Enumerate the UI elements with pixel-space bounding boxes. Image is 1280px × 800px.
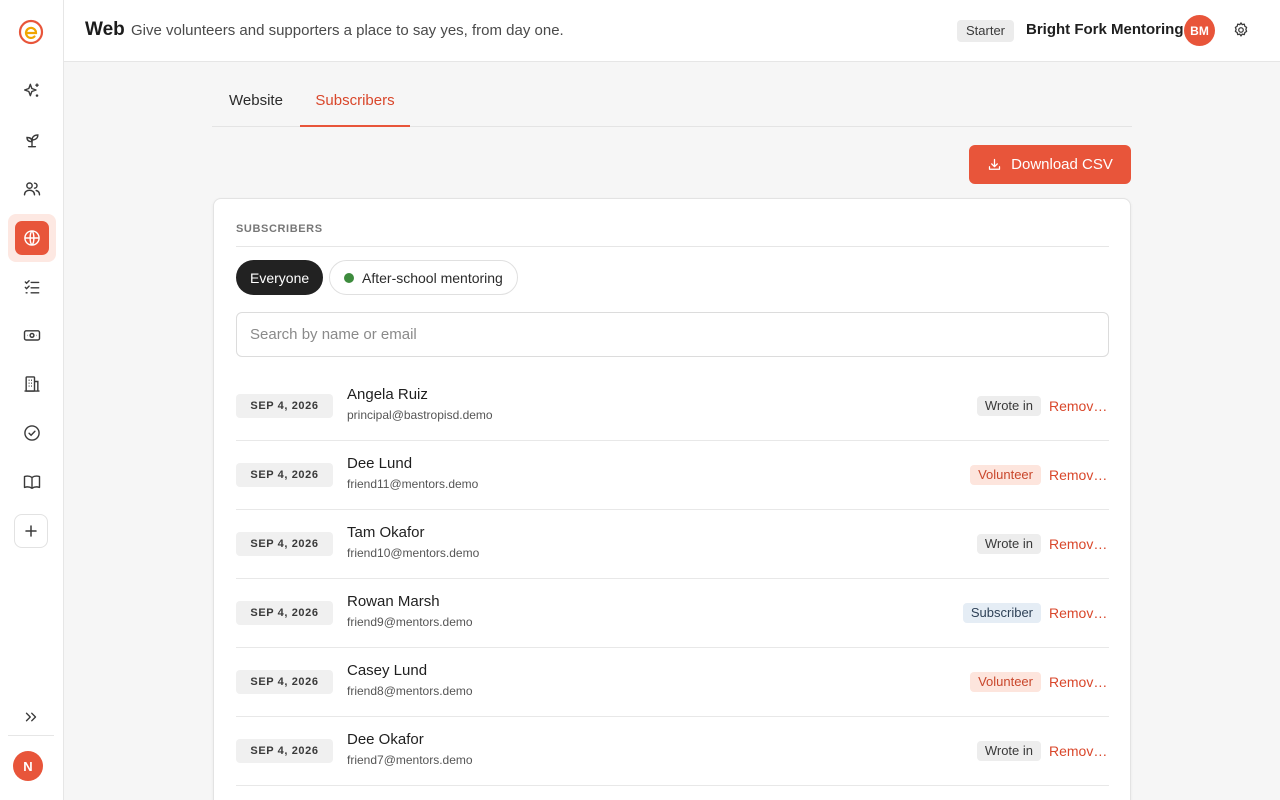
people-icon[interactable] xyxy=(14,171,50,207)
remove-button[interactable]: Remove... xyxy=(1049,605,1109,621)
status-badge: Volunteer xyxy=(970,465,1041,485)
expand-sidebar-icon[interactable] xyxy=(20,706,42,728)
date-badge: SEP 4, 2026 xyxy=(236,601,333,625)
remove-button[interactable]: Remove... xyxy=(1049,743,1109,759)
page-subtitle: Give volunteers and supporters a place t… xyxy=(131,22,564,39)
download-csv-label: Download CSV xyxy=(1011,156,1113,173)
subscriber-name: Rowan Marsh xyxy=(347,593,440,610)
org-name[interactable]: Bright Fork Mentoring xyxy=(1026,21,1184,38)
subscriber-email: principal@bastropisd.demo xyxy=(347,408,493,422)
date-badge: SEP 4, 2026 xyxy=(236,532,333,556)
status-badge: Wrote in xyxy=(976,534,1041,554)
subscriber-name: Dee Lund xyxy=(347,455,413,472)
plus-icon[interactable] xyxy=(14,514,48,548)
download-csv-button[interactable]: Download CSV xyxy=(969,145,1131,184)
subscriber-row: SEP 4, 2026 Tam Okafor friend10@mentors.… xyxy=(236,510,1109,579)
status-badge: Wrote in xyxy=(976,396,1041,416)
subscriber-row: SEP 4, 2026 Dee Lund friend11@mentors.de… xyxy=(236,441,1109,510)
remove-button[interactable]: Remove... xyxy=(1049,398,1109,414)
check-circle-icon[interactable] xyxy=(14,415,50,451)
user-avatar[interactable]: N xyxy=(13,751,43,781)
checklist-icon[interactable] xyxy=(14,269,50,305)
card-divider xyxy=(236,246,1109,247)
tab-bar: Website Subscribers xyxy=(212,80,1132,127)
download-icon xyxy=(989,158,1001,170)
subscriber-name: Angela Ruiz xyxy=(347,386,428,403)
subscriber-name: Tam Okafor xyxy=(347,524,425,541)
subscriber-email: friend8@mentors.demo xyxy=(347,684,473,698)
subscriber-email: friend9@mentors.demo xyxy=(347,615,473,629)
app-logo-icon[interactable] xyxy=(17,18,45,46)
book-icon[interactable] xyxy=(14,464,50,500)
org-avatar[interactable]: BM xyxy=(1184,15,1215,46)
date-badge: SEP 4, 2026 xyxy=(236,394,333,418)
tab-website[interactable]: Website xyxy=(212,80,300,127)
page-title: Web xyxy=(85,19,125,40)
sprout-icon[interactable] xyxy=(14,122,50,158)
subscribers-card: SUBSCRIBERS Everyone After-school mentor… xyxy=(213,198,1131,800)
nav-web[interactable] xyxy=(8,214,56,262)
subscriber-email: friend7@mentors.demo xyxy=(347,753,473,767)
plan-badge: Starter xyxy=(957,20,1015,42)
status-badge: Wrote in xyxy=(976,741,1041,761)
subscriber-row: SEP 4, 2026 Casey Lund friend8@mentors.d… xyxy=(236,648,1109,717)
top-header: Web Give volunteers and supporters a pla… xyxy=(64,0,1280,62)
status-badge: Volunteer xyxy=(970,672,1041,692)
status-dot xyxy=(344,272,354,283)
subscriber-row: SEP 4, 2026 Dee Okafor friend7@mentors.d… xyxy=(236,717,1109,786)
filter-everyone[interactable]: Everyone xyxy=(236,260,324,295)
status-badge: Subscriber xyxy=(962,603,1041,623)
subscriber-email: friend10@mentors.demo xyxy=(347,546,480,560)
money-icon[interactable] xyxy=(14,317,50,353)
date-badge: SEP 4, 2026 xyxy=(236,670,333,694)
subscriber-email: friend11@mentors.demo xyxy=(347,477,479,491)
subscriber-name: Dee Okafor xyxy=(347,731,424,748)
sparkles-icon[interactable] xyxy=(14,73,50,109)
subscriber-row: SEP 4, 2026 Rowan Marsh friend9@mentors.… xyxy=(236,579,1109,648)
building-icon[interactable] xyxy=(14,366,50,402)
sidebar-divider xyxy=(8,735,54,736)
gear-icon[interactable] xyxy=(1232,21,1250,39)
filter-label: After-school mentoring xyxy=(362,269,503,286)
sidebar: N xyxy=(0,0,64,800)
remove-button[interactable]: Remove... xyxy=(1049,536,1109,552)
date-badge: SEP 4, 2026 xyxy=(236,463,333,487)
remove-button[interactable]: Remove... xyxy=(1049,467,1109,483)
card-heading: SUBSCRIBERS xyxy=(236,223,323,235)
subscriber-row: SEP 4, 2026 Angela Ruiz principal@bastro… xyxy=(236,372,1109,441)
date-badge: SEP 4, 2026 xyxy=(236,739,333,763)
remove-button[interactable]: Remove... xyxy=(1049,674,1109,690)
globe-icon xyxy=(15,221,49,255)
tab-subscribers[interactable]: Subscribers xyxy=(300,80,410,127)
filter-after-school-mentoring[interactable]: After-school mentoring xyxy=(329,260,518,295)
search-input[interactable] xyxy=(236,312,1109,357)
subscriber-name: Casey Lund xyxy=(347,662,428,679)
